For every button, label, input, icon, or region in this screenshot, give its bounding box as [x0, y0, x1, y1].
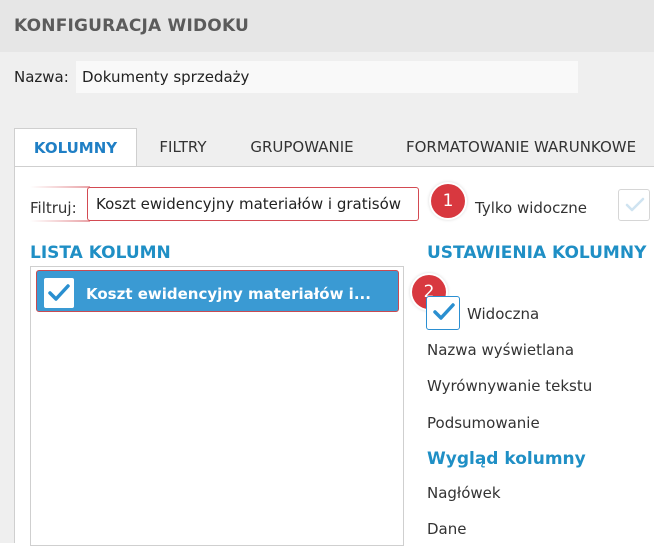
check-icon	[625, 197, 645, 212]
page-title: KONFIGURACJA WIDOKU	[14, 16, 250, 36]
check-icon	[48, 284, 70, 301]
tab-columns[interactable]: KOLUMNY	[14, 128, 137, 167]
column-settings-heading: USTAWIENIA KOLUMNY	[427, 243, 647, 263]
display-name-setting: Nazwa wyświetlana	[427, 341, 575, 359]
header-setting: Nagłówek	[427, 484, 501, 502]
text-alignment-setting: Wyrównywanie tekstu	[427, 377, 593, 395]
summary-setting: Podsumowanie	[427, 414, 540, 432]
filter-input[interactable]: Koszt ewidencyjny materiałów i gratisów	[87, 187, 419, 221]
only-visible-checkbox[interactable]	[618, 189, 650, 221]
step-badge-1: 1	[431, 184, 465, 218]
tab-conditional-formatting[interactable]: FORMATOWANIE WARUNKOWE	[392, 128, 654, 167]
visible-checkbox[interactable]	[426, 296, 460, 330]
highlight-glow	[30, 186, 90, 188]
data-setting: Dane	[427, 520, 467, 538]
check-icon	[433, 303, 455, 320]
tab-grouping[interactable]: GRUPOWANIE	[232, 128, 372, 167]
visible-label: Widoczna	[467, 305, 540, 323]
list-item-label: Koszt ewidencyjny materiałów i...	[86, 285, 371, 303]
tab-filters[interactable]: FILTRY	[148, 128, 218, 167]
highlight-glow	[30, 220, 90, 222]
only-visible-label: Tylko widoczne	[475, 199, 587, 217]
name-field[interactable]: Dokumenty sprzedaży	[76, 61, 578, 93]
name-label: Nazwa:	[14, 68, 69, 86]
column-appearance-heading: Wygląd kolumny	[427, 449, 586, 469]
column-list-heading: LISTA KOLUMN	[30, 243, 171, 263]
filter-label: Filtruj:	[30, 199, 77, 217]
list-item-checkbox[interactable]	[44, 278, 74, 308]
